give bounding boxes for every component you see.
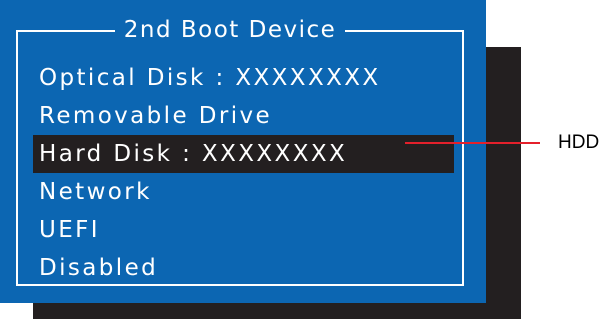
boot-option-disabled[interactable]: Disabled: [33, 249, 454, 287]
boot-option-optical-disk[interactable]: Optical Disk : XXXXXXXX: [33, 59, 454, 97]
dialog-title-bar: 2nd Boot Device: [0, 16, 486, 46]
callout-label: HDD: [558, 132, 600, 153]
bios-screen: 2nd Boot Device Optical Disk : XXXXXXXX …: [0, 0, 609, 319]
boot-option-removable-drive[interactable]: Removable Drive: [33, 97, 454, 135]
boot-option-network[interactable]: Network: [33, 173, 454, 211]
boot-device-dialog: 2nd Boot Device Optical Disk : XXXXXXXX …: [0, 0, 486, 303]
boot-option-hard-disk[interactable]: Hard Disk : XXXXXXXX: [33, 135, 454, 173]
callout-pointer-line: [405, 142, 540, 144]
boot-option-list: Optical Disk : XXXXXXXX Removable Drive …: [33, 59, 454, 287]
boot-option-uefi[interactable]: UEFI: [33, 211, 454, 249]
dialog-title: 2nd Boot Device: [114, 16, 346, 44]
